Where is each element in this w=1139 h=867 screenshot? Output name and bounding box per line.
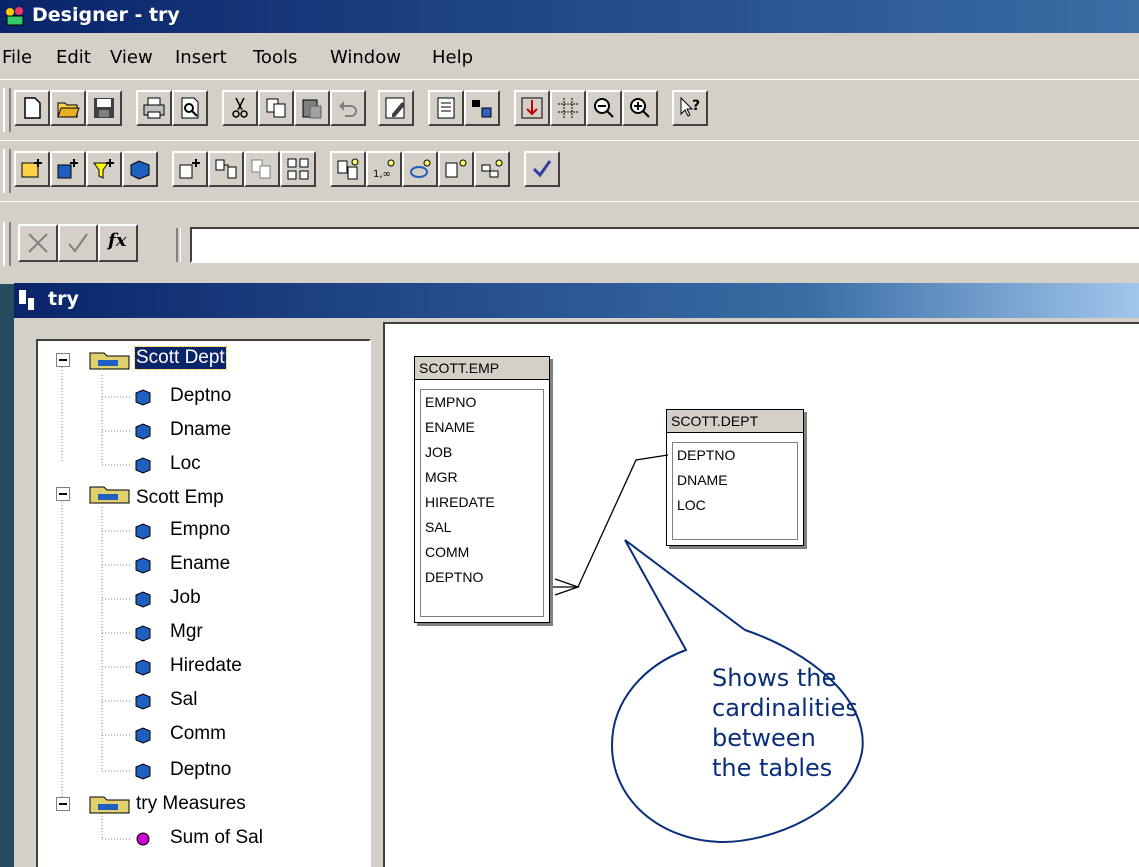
diagram-overlay bbox=[553, 454, 864, 844]
callout-line: the tables bbox=[712, 754, 833, 782]
callout-text: Shows the cardinalities between the tabl… bbox=[712, 663, 858, 783]
designer-app: Designer - try File Edit View Insert Too… bbox=[0, 0, 1139, 867]
callout-line: cardinalities bbox=[712, 694, 858, 722]
callout-line: Shows the bbox=[712, 664, 837, 692]
callout-line: between bbox=[712, 724, 816, 752]
